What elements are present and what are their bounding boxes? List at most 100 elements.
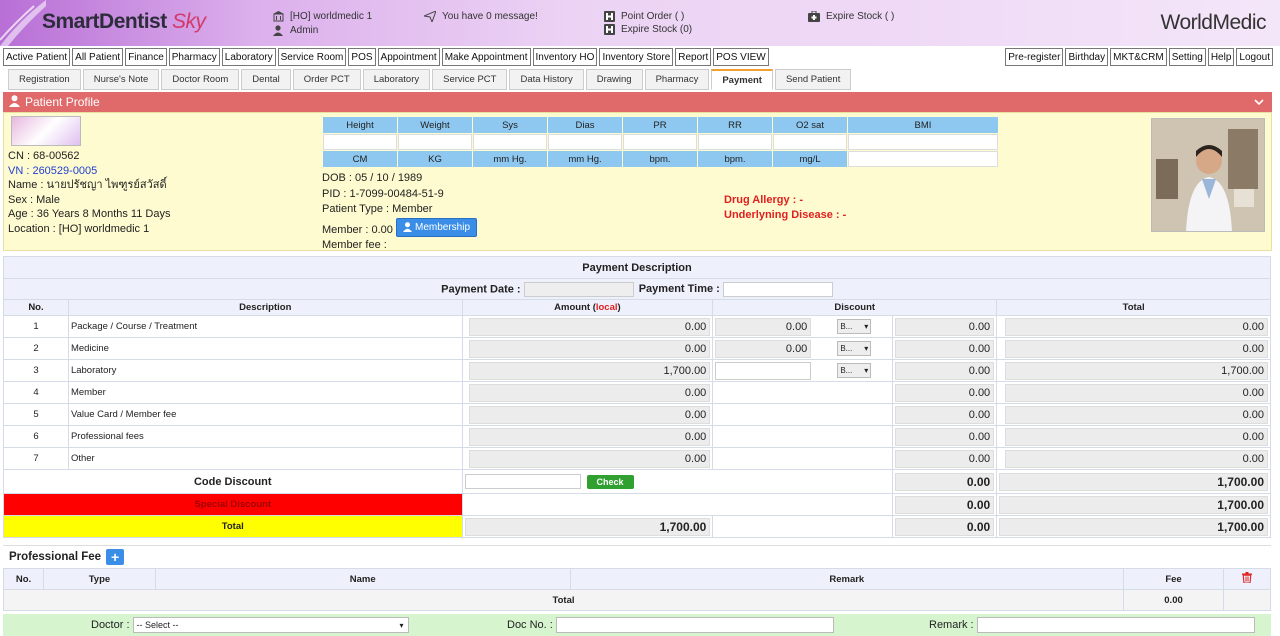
row-description: Other — [67, 447, 463, 470]
vital-unit-rr: bpm. — [698, 151, 772, 167]
tab-drawing[interactable]: Drawing — [585, 69, 643, 90]
row-discount-input[interactable] — [715, 361, 812, 380]
patient-tabs: Registration Nurse's Note Doctor Room Denta… — [8, 69, 853, 90]
check-button[interactable]: Check — [586, 474, 634, 489]
vital-input-o2-sat[interactable] — [773, 134, 847, 150]
vital-unit-sys: mm Hg. — [473, 151, 547, 167]
payment-time-label: Payment Time : — [638, 282, 720, 295]
pid-text: PID : 1-7099-00484-51-9 — [322, 187, 444, 200]
payment-date-input[interactable] — [523, 281, 634, 297]
row-description: Value Card / Member fee — [67, 403, 463, 426]
vital-input-weight[interactable] — [398, 134, 472, 150]
patient-profile-header[interactable]: Patient Profile — [3, 92, 1272, 112]
hospital-icon — [603, 23, 615, 35]
expire-stock-link-b[interactable]: Expire Stock ( ) — [808, 10, 894, 22]
tab-laboratory[interactable]: Laboratory — [362, 69, 431, 90]
menu-setting[interactable]: Setting — [1168, 48, 1206, 66]
doctor-select[interactable]: -- Select -- ▾ — [132, 617, 409, 633]
vital-input-rr[interactable] — [698, 134, 772, 150]
professional-fee-title: Professional Fee — [9, 551, 102, 563]
tab-send-patient[interactable]: Send Patient — [774, 69, 852, 90]
vital-input-sys[interactable] — [473, 134, 547, 150]
vital-input-height[interactable] — [323, 134, 397, 150]
menu-pos-view[interactable]: POS VIEW — [713, 48, 769, 66]
col-discount: Discount — [712, 299, 998, 316]
brand-logo[interactable]: SmartDentist Sky — [42, 10, 206, 34]
chevron-down-icon[interactable] — [1254, 95, 1264, 109]
expire-stock-link-a[interactable]: Expire Stock (0) — [603, 23, 692, 35]
menu-report[interactable]: Report — [675, 48, 712, 66]
tab-nurse-s-note[interactable]: Nurse's Note — [82, 69, 160, 90]
menu-help[interactable]: Help — [1207, 48, 1235, 66]
chevron-down-icon: ▾ — [864, 322, 869, 331]
vital-input-bmi[interactable] — [848, 134, 998, 150]
vital-input-dias[interactable] — [548, 134, 622, 150]
menu-service-room[interactable]: Service Room — [277, 48, 347, 66]
row-amount: 0.00 — [468, 449, 711, 468]
menu-mkt-crm[interactable]: MKT&CRM — [1110, 48, 1167, 66]
building-icon — [272, 10, 284, 22]
vital-input-bmi-extra[interactable] — [848, 151, 998, 167]
row-no: 3 — [3, 359, 69, 382]
menu-logout[interactable]: Logout — [1236, 48, 1273, 66]
menu-inventory-store[interactable]: Inventory Store — [599, 48, 674, 66]
tab-service-pct[interactable]: Service PCT — [432, 69, 508, 90]
row-amount: 0.00 — [468, 427, 711, 446]
menu-pre-register[interactable]: Pre-register — [1005, 48, 1064, 66]
sex-text: Sex : Male — [8, 193, 60, 206]
payment-row: 2 Medicine 0.00 0.00 B... ▾ 0.00 0.00 — [3, 337, 1271, 360]
remark-input[interactable] — [976, 617, 1255, 633]
row-discount-input[interactable]: 0.00 — [715, 339, 812, 358]
tab-pharmacy[interactable]: Pharmacy — [644, 69, 710, 90]
trash-icon[interactable] — [1222, 568, 1272, 590]
tab-data-history[interactable]: Data History — [509, 69, 584, 90]
professional-fee-table: No. Type Name Remark Fee Total 0.00 — [2, 568, 1272, 611]
row-discount-type-select[interactable]: B... ▾ — [837, 363, 872, 378]
doc-no-input[interactable] — [555, 617, 834, 633]
add-professional-fee-button[interactable]: + — [106, 549, 125, 565]
menu-birthday[interactable]: Birthday — [1065, 48, 1109, 66]
vital-input-pr[interactable] — [623, 134, 697, 150]
payment-row: 7 Other 0.00 0.00 0.00 — [3, 447, 1271, 470]
point-order-link[interactable]: Point Order ( ) — [603, 10, 684, 22]
row-discount-type-select[interactable]: B... ▾ — [837, 341, 872, 356]
special-disc-total: 0.00 — [895, 495, 995, 514]
tab-registration[interactable]: Registration — [8, 69, 81, 90]
menu-pos[interactable]: POS — [348, 48, 376, 66]
remark-label: Remark : — [929, 619, 974, 631]
medkit-icon — [808, 10, 820, 22]
member-card-image — [11, 116, 81, 146]
doc-no-label: Doc No. : — [507, 619, 553, 631]
payment-title: Payment Description — [3, 256, 1271, 279]
messages-link[interactable]: You have 0 message! — [424, 10, 538, 22]
menu-pharmacy[interactable]: Pharmacy — [168, 48, 220, 66]
menu-appointment[interactable]: Appointment — [377, 48, 440, 66]
menu-all-patient[interactable]: All Patient — [72, 48, 124, 66]
menu-make-appointment[interactable]: Make Appointment — [441, 48, 531, 66]
vitals-table: Height Weight Sys Dias PR RR O2 sat BMI CM KG mm … — [322, 116, 999, 168]
row-discount-input[interactable]: 0.00 — [715, 317, 812, 336]
tab-order-pct[interactable]: Order PCT — [292, 69, 361, 90]
tab-doctor-room[interactable]: Doctor Room — [161, 69, 240, 90]
row-total: 0.00 — [1005, 383, 1268, 402]
code-discount-input[interactable] — [464, 474, 581, 489]
patient-type-text: Patient Type : Member — [322, 203, 433, 215]
row-discount-type-select[interactable]: B... ▾ — [837, 319, 872, 334]
menu-inventory-ho[interactable]: Inventory HO — [532, 48, 598, 66]
row-no: 4 — [3, 381, 69, 404]
menu-active-patient[interactable]: Active Patient — [3, 48, 71, 66]
row-discount-total: 0.00 — [895, 427, 995, 446]
chevron-down-icon: ▾ — [864, 344, 869, 353]
menu-finance[interactable]: Finance — [125, 48, 167, 66]
tab-dental[interactable]: Dental — [241, 69, 291, 90]
payment-time-input[interactable] — [722, 281, 833, 297]
row-total: 0.00 — [1005, 317, 1268, 336]
membership-button[interactable]: Membership — [395, 217, 478, 237]
menu-laboratory[interactable]: Laboratory — [221, 48, 276, 66]
vital-unit-height: CM — [323, 151, 397, 167]
tab-payment[interactable]: Payment — [711, 69, 773, 90]
patient-photo — [1151, 118, 1265, 232]
company-logo: WorldMedic — [1160, 11, 1267, 34]
row-discount-total: 0.00 — [895, 317, 995, 336]
vn-link[interactable]: VN : 260529-0005 — [8, 164, 170, 179]
